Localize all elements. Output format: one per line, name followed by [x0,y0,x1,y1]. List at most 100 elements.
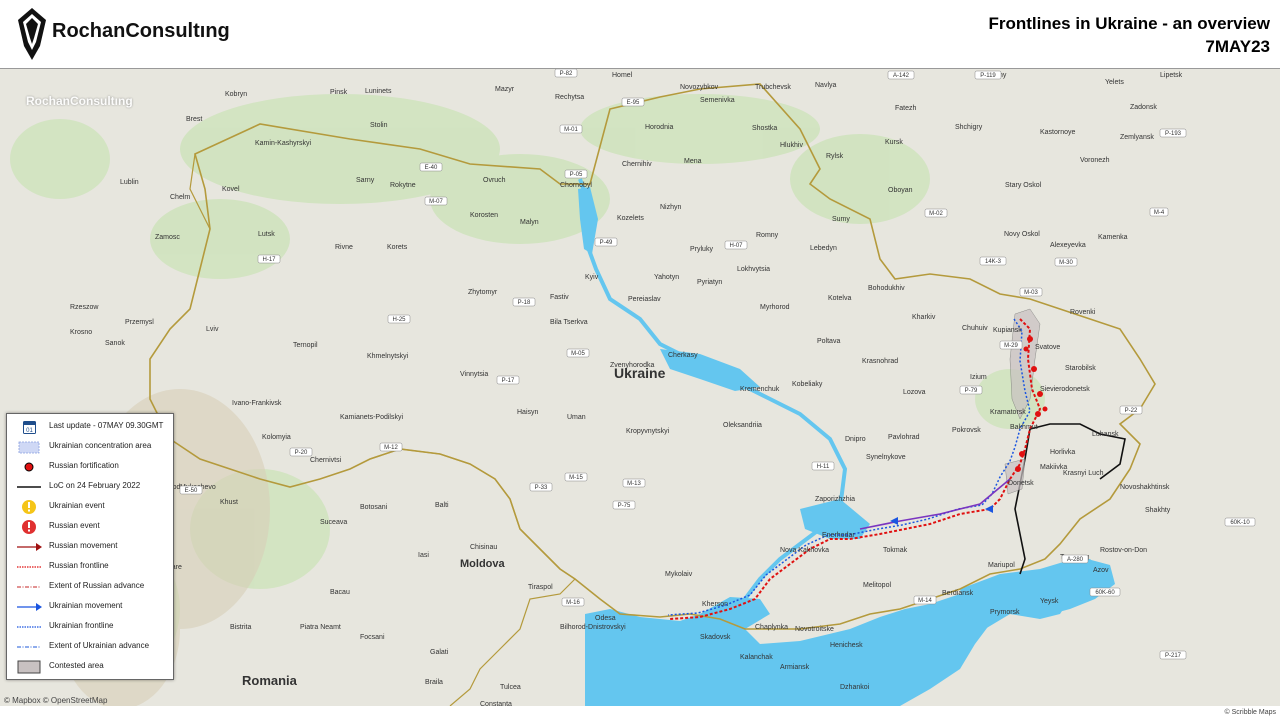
city-label: Zvenyhorodka [610,362,654,369]
road-label: A-280 [1067,557,1084,563]
road-shield: M-02 [924,208,948,218]
road-shield: P-217 [1159,650,1187,660]
city-label: Lebedyn [810,245,837,252]
city-label: Kalanchak [740,654,773,661]
city-label: Pavlohrad [888,434,920,441]
city-label: Kupiansk [993,327,1022,334]
city-label: Horlivka [1050,449,1075,456]
map-attribution[interactable]: © Mapbox © OpenStreetMap [4,696,107,705]
city-label: Khust [220,499,238,506]
legend-label: LoC on 24 February 2022 [49,481,141,490]
city-label: Rzeszow [70,304,99,311]
city-label: Bilhorod-Dnistrovskyi [560,624,626,631]
city-label: Zhytomyr [468,289,498,296]
city-label: Kherson [702,601,728,608]
legend-label: Ukrainian movement [49,601,123,610]
city-label: Mazyr [495,86,515,93]
city-label: Lipetsk [1160,72,1183,79]
city-label: Chernivtsi [310,457,342,464]
city-label: Lozova [903,389,926,396]
road-shield: M-29 [999,340,1023,350]
ukrainian-frontline-icon [17,626,41,628]
city-label: Oleksandriia [723,422,762,429]
road-shield: P-82 [554,69,578,78]
city-label: Tokmak [883,547,908,554]
map-canvas[interactable]: Ukraine Moldova Romania Brest Kobryn Pinsk… [0,69,1280,706]
road-shield: M-01 [559,124,583,134]
road-label: P-33 [535,485,548,491]
title-date: 7MAY23 [1205,37,1270,56]
road-shield: P-79 [959,385,983,395]
road-label: M-13 [627,481,641,487]
ukrainian-event-icon [22,500,36,514]
russian-event-icon [22,520,36,534]
city-label: Dnipro [845,436,866,443]
road-shield: P-20 [289,447,313,457]
city-label: Rivne [335,244,353,251]
rochan-logo-icon [18,8,46,60]
map-svg[interactable]: Ukraine Moldova Romania BrestKobryn Pinsk… [0,69,1280,706]
road-shield: P-22 [1119,405,1143,415]
city-label: Novotroitske [795,626,834,633]
country-label-moldova: Moldova [460,558,505,570]
legend-label: Ukrainian frontline [49,621,114,630]
road-label: M-30 [1059,260,1073,266]
city-label: Nova Kakhovka [780,547,829,554]
city-label: Dzhankoi [840,684,870,691]
russian-advance-icon [17,586,41,588]
city-label: Azov [1093,567,1109,574]
city-label: Zamosc [155,234,180,241]
city-label: Rylsk [826,153,844,160]
road-shield: P-17 [496,375,520,385]
city-label: Tiraspol [528,584,553,591]
page-title: Frontlines in Ukraine - an overview 7MAY… [988,12,1270,58]
city-label: Novoshakhtinsk [1120,484,1170,491]
road-shield: P-119 [974,70,1002,80]
city-label: Tulcea [500,684,521,691]
loc-line-icon [17,486,41,488]
city-label: Chuhuiv [962,325,988,332]
road-label: P-17 [502,378,515,384]
city-label: Shakhty [1145,507,1171,514]
city-label: Kovel [222,186,240,193]
city-label: Bacau [330,589,350,596]
road-shield: H-25 [387,314,411,324]
road-shield: A-142 [887,70,915,80]
city-label: Kursk [885,139,903,146]
city-label: Chaplynka [755,624,788,631]
road-label: M-03 [1024,290,1038,296]
city-label: Alexeyevka [1050,242,1086,249]
city-label: Starobilsk [1065,365,1096,372]
city-label: Sievierodonetsk [1040,386,1090,393]
city-label: Skadovsk [700,634,731,641]
city-label: Constanta [480,701,512,706]
legend-label: Russian event [49,521,100,530]
city-label: Kobryn [225,91,247,98]
city-label: Galati [430,649,449,656]
city-label: Lviv [206,326,219,333]
city-label: Vinnytsia [460,371,488,378]
road-shield: H-07 [724,240,748,250]
road-label: P-82 [560,71,573,77]
road-label: M-15 [569,475,583,481]
road-label: M-29 [1004,343,1018,349]
road-label: P-22 [1125,408,1138,414]
city-label: Mariupol [988,562,1015,569]
city-label: Synelnykove [866,454,906,461]
city-label: Romny [756,232,779,239]
city-label: Pokrovsk [952,427,981,434]
city-label: Yahotyn [654,274,679,281]
road-shield: P-05 [564,169,588,179]
ukrainian-advance-icon [17,646,41,648]
road-shield: M-12 [379,442,403,452]
watermark: RochanConsultıng [26,94,133,108]
road-label: 14K-3 [985,259,1002,265]
city-label: Kozelets [617,215,644,222]
city-label: Svatove [1035,344,1060,351]
city-label: Malyn [520,219,539,226]
legend-row-ukrainian-event: Ukrainian event [7,498,173,516]
road-label: A-142 [893,73,910,79]
city-label: Makiivka [1040,464,1067,471]
city-label: Focsani [360,634,385,641]
road-shield: E-95 [621,97,645,107]
